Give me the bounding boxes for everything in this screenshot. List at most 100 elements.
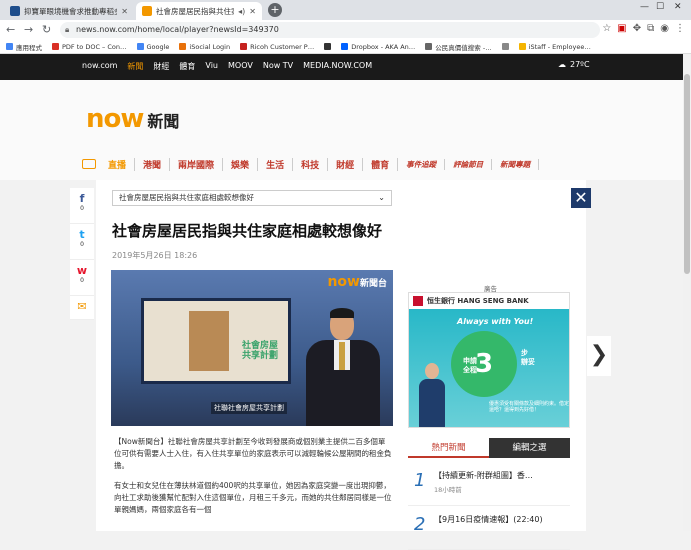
extensions-puzzle-icon[interactable]: ⧉ (647, 23, 654, 34)
facebook-share-button[interactable]: f 0 (70, 188, 94, 224)
profile-avatar-icon[interactable]: ◉ (660, 23, 669, 34)
tab-title: 社會房屋居民指與共住家庭相 (156, 6, 234, 16)
next-article-button[interactable]: ❯ (587, 336, 611, 376)
tab-editors-pick[interactable]: 編輯之選 (489, 438, 570, 458)
nav-item-sports[interactable]: 體育 (363, 157, 399, 171)
news-title: 【持續更新-附群組圖】香… (434, 471, 533, 480)
istaff-icon (518, 43, 526, 50)
tab-close-icon[interactable]: ✕ (249, 7, 256, 16)
video-player[interactable]: 社會房屋 共享計劃 now新聞台 社聯社會房屋共享計劃 (111, 270, 393, 426)
nav-item-live[interactable]: 直播 (100, 157, 136, 171)
bookmark-item[interactable]: iSocial Login (179, 43, 230, 51)
maximize-icon[interactable]: ☐ (656, 2, 664, 12)
hang-seng-logo-icon (413, 296, 423, 306)
ad-left-line1: 申請 (463, 357, 477, 365)
weibo-share-button[interactable]: w 0 (70, 260, 94, 296)
ad-bank-bar: 恒生銀行 HANG SENG BANK (409, 293, 569, 309)
address-bar[interactable]: 🔒︎ news.now.com/home/local/player?newsId… (60, 22, 600, 38)
new-tab-button[interactable]: + (268, 3, 282, 17)
nav-item-commentary[interactable]: 評論節目 (445, 158, 493, 170)
bookmark-label: Google (146, 42, 170, 51)
browser-tab[interactable]: 抑寶單眼境機會求推動專稻金部 ✕ (4, 2, 134, 20)
bookmark-label: PDF to DOC – Con… (62, 42, 127, 51)
reload-icon[interactable]: ↻ (42, 23, 51, 36)
bookmark-item[interactable]: PDF to DOC – Con… (52, 43, 127, 51)
chevron-down-icon: ⌄ (378, 193, 385, 202)
extension-icon[interactable]: ✥ (633, 23, 641, 34)
twitter-share-button[interactable]: t 0 (70, 224, 94, 260)
nav-item-tech[interactable]: 科技 (293, 157, 329, 171)
browser-tab-strip: 抑寶單眼境機會求推動專稻金部 ✕ 社會房屋居民指與共住家庭相 ◂) ✕ + — … (0, 0, 691, 20)
bookmark-item[interactable]: iStaff - Employee… (518, 43, 591, 51)
top-link-media[interactable]: MEDIA.NOW.COM (303, 61, 372, 72)
top-link-viu[interactable]: Viu (205, 61, 218, 72)
nav-item-entertainment[interactable]: 娛樂 (223, 157, 259, 171)
page-scrollbar[interactable] (683, 54, 691, 531)
top-link-nowcom[interactable]: now.com (82, 61, 117, 72)
forward-icon[interactable]: → (24, 23, 33, 36)
bookmark-item[interactable]: Dropbox - AKA An… (341, 43, 415, 51)
bookmark-item[interactable] (324, 43, 332, 50)
tab-close-icon[interactable]: ✕ (121, 7, 128, 16)
scheme-logo-line2: 共享計劃 (242, 351, 279, 361)
news-tabs: 熱門新聞 編輯之選 (408, 438, 570, 458)
weather-widget: ☁ 27ºC (558, 60, 590, 69)
nav-item-local[interactable]: 港聞 (135, 157, 171, 171)
top-link-moov[interactable]: MOOV (228, 61, 253, 72)
bookmark-item[interactable]: Ricoh Customer P… (240, 43, 314, 51)
nav-item-finance[interactable]: 財經 (328, 157, 364, 171)
tab-audio-icon[interactable]: ◂) (238, 7, 245, 16)
isocial-icon (179, 43, 187, 50)
bookmark-star-icon[interactable]: ☆ (602, 23, 611, 34)
browser-tab-active[interactable]: 社會房屋居民指與共住家庭相 ◂) ✕ (136, 2, 262, 20)
back-icon[interactable]: ← (6, 23, 15, 36)
now-favicon-icon (142, 6, 152, 16)
ad-tagline: Always with You! (457, 317, 534, 326)
mail-icon: ✉ (77, 300, 87, 313)
menu-kebab-icon[interactable]: ⋮ (675, 23, 685, 34)
bookmark-label: iSocial Login (189, 42, 231, 51)
rank-number: 1 (414, 470, 426, 491)
brand-sub: 新聞台 (359, 279, 387, 289)
top-link-news[interactable]: 新聞 (127, 61, 143, 72)
bookmark-item[interactable]: Google (136, 42, 170, 51)
person-head (425, 363, 439, 379)
bookmark-item[interactable]: 應用程式 (6, 42, 42, 52)
window-close-icon[interactable]: ✕ (674, 2, 682, 12)
chair-image (189, 311, 229, 371)
extension-pdf-icon[interactable]: ▣ (617, 23, 626, 34)
ad-left-line2: 全程 (463, 366, 477, 374)
email-share-button[interactable]: ✉ (70, 296, 94, 320)
list-item[interactable]: 2 【9月16日疫情速報】(22:40) (408, 506, 570, 550)
nav-item-events[interactable]: 事件追蹤 (398, 158, 446, 170)
bookmark-item[interactable] (501, 43, 509, 50)
page-icon (501, 43, 509, 50)
scrollbar-thumb[interactable] (684, 74, 690, 274)
top-link-finance[interactable]: 財經 (153, 61, 169, 72)
modal-close-button[interactable]: ✕ (571, 188, 591, 208)
site-favicon-icon (10, 6, 20, 16)
top-link-sports[interactable]: 體育 (179, 61, 195, 72)
hang-seng-ad[interactable]: 恒生銀行 HANG SENG BANK Always with You! 3 申… (408, 292, 570, 428)
now-news-logo[interactable]: now 新聞 (86, 104, 179, 134)
bookmark-label: 公民真價值搜索 -… (435, 43, 492, 52)
article-select-dropdown[interactable]: 社會房屋居民指與共住家庭相處較想像好 ⌄ (112, 190, 392, 206)
nav-item-features[interactable]: 新聞專題 (492, 158, 540, 170)
share-count: 0 (80, 277, 84, 284)
top-link-nowtv[interactable]: Now TV (263, 61, 293, 72)
ad-side-text: 步 辦妥 (521, 349, 535, 367)
ad-big-number: 3 (451, 331, 517, 397)
minimize-icon[interactable]: — (640, 2, 649, 12)
list-item[interactable]: 1 【持續更新-附群組圖】香… 18小時前 (408, 462, 570, 506)
article-paragraph: 【Now新聞台】社聯社會房屋共享計劃至今收到發展商或個別業主提供二百多個單位可供… (114, 437, 392, 470)
tab-popular-news[interactable]: 熱門新聞 (408, 438, 489, 458)
shield-icon (324, 43, 332, 50)
share-count: 0 (80, 241, 84, 248)
nav-item-life[interactable]: 生活 (258, 157, 294, 171)
bookmark-item[interactable]: 公民真價值搜索 -… (425, 42, 492, 52)
google-icon (136, 43, 144, 50)
ad-fine-print: 優惠須受有關條款及細則約束。借定還唔？還得到先好借！ (489, 401, 570, 413)
nav-item-international[interactable]: 兩岸國際 (170, 157, 224, 171)
channel-brand: now新聞台 (327, 274, 387, 290)
ad-side-line1: 步 (521, 349, 528, 357)
